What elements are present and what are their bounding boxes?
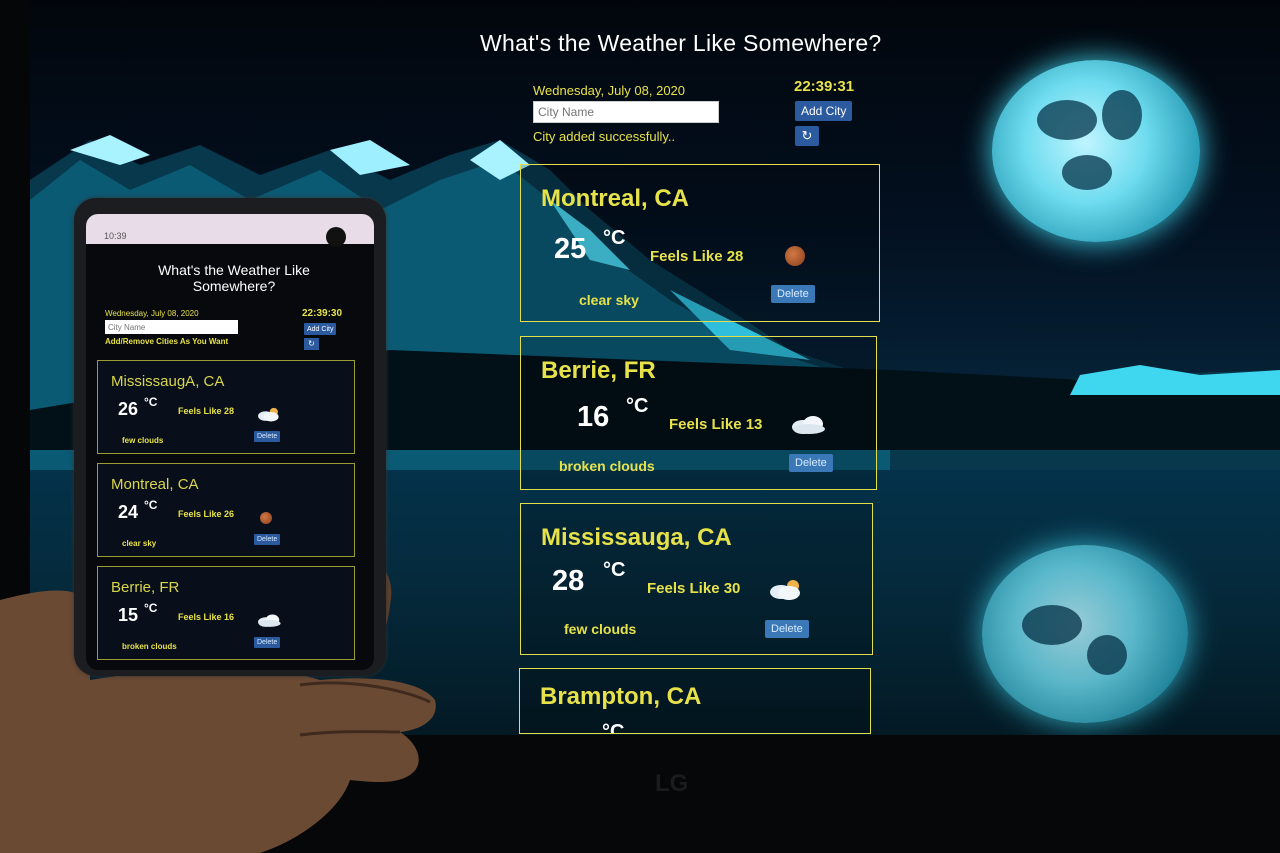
- moon-icon: [785, 246, 805, 266]
- city-name: MississaugA, CA: [111, 373, 225, 390]
- temperature: 15: [118, 605, 139, 625]
- page-title: What's the Weather Like Somewhere?: [480, 30, 882, 56]
- phone-current-date: Wednesday, July 08, 2020: [105, 309, 199, 318]
- temperature-unit: °C: [603, 559, 626, 581]
- temperature-unit: °C: [602, 721, 625, 734]
- phone-screen: 10:39 What's the Weather Like Somewhere?…: [86, 214, 374, 670]
- refresh-button[interactable]: ↻: [795, 126, 819, 146]
- weather-card: Montreal, CA 25 °C Feels Like 28 clear s…: [520, 164, 880, 322]
- status-message: City added successfully..: [533, 129, 676, 144]
- phone-status-bar: 10:39: [86, 214, 374, 247]
- feels-like: Feels Like 13: [669, 416, 763, 433]
- delete-button[interactable]: Delete: [254, 431, 281, 442]
- temperature-unit: °C: [626, 395, 649, 417]
- weather-description: clear sky: [122, 539, 157, 548]
- feels-like: Feels Like 28: [650, 248, 744, 265]
- weather-description: few clouds: [122, 436, 164, 445]
- phone-weather-card: MississaugA, CA 26 °C Feels Like 28 few …: [97, 360, 355, 454]
- phone-weather-card: Berrie, FR 15 °C Feels Like 16 broken cl…: [97, 566, 355, 660]
- delete-button[interactable]: Delete: [254, 637, 281, 648]
- refresh-icon: ↻: [801, 128, 813, 143]
- temperature: 26: [118, 399, 139, 419]
- city-name: Berrie, FR: [541, 357, 656, 384]
- weather-description: broken clouds: [122, 642, 177, 651]
- city-name-input[interactable]: [533, 101, 719, 123]
- add-city-button[interactable]: Add City: [795, 101, 853, 121]
- phone-add-city-button[interactable]: Add City: [304, 323, 337, 335]
- weather-card: Mississauga, CA 28 °C Feels Like 30 few …: [520, 503, 873, 655]
- phone-city-name-input[interactable]: [105, 320, 238, 334]
- current-date: Wednesday, July 08, 2020: [533, 83, 686, 98]
- moon-image: [992, 60, 1200, 242]
- city-name: Brampton, CA: [540, 683, 702, 710]
- phone-status-time: 10:39: [104, 231, 127, 241]
- cloud-icon: [792, 416, 825, 434]
- temperature: 25: [554, 233, 587, 265]
- moon-icon: [260, 512, 272, 524]
- city-name: Berrie, FR: [111, 579, 180, 596]
- city-name: Montreal, CA: [541, 185, 690, 212]
- delete-button[interactable]: Delete: [765, 620, 809, 638]
- temperature-unit: °C: [603, 227, 626, 249]
- cloud-icon: [770, 580, 800, 600]
- city-name: Montreal, CA: [111, 476, 199, 493]
- cloud-icon: [258, 614, 281, 627]
- temperature: 24: [118, 502, 139, 522]
- weather-card: Brampton, CA °C: [519, 668, 871, 734]
- moon-reflection: [982, 545, 1188, 723]
- weather-card: Berrie, FR 16 °C Feels Like 13 broken cl…: [520, 336, 877, 490]
- feels-like: Feels Like 28: [178, 406, 235, 416]
- cloud-icon: [258, 407, 279, 422]
- feels-like: Feels Like 30: [647, 580, 741, 597]
- weather-description: few clouds: [564, 621, 637, 637]
- front-camera: [326, 227, 346, 247]
- delete-button[interactable]: Delete: [254, 534, 281, 545]
- phone-current-time: 22:39:30: [302, 308, 343, 319]
- phone-weather-card: Montreal, CA 24 °C Feels Like 26 clear s…: [97, 463, 355, 557]
- feels-like: Feels Like 16: [178, 612, 235, 622]
- temperature-unit: °C: [144, 498, 158, 512]
- delete-button[interactable]: Delete: [789, 454, 833, 472]
- weather-description: clear sky: [579, 292, 639, 308]
- temperature: 16: [577, 401, 610, 433]
- weather-description: broken clouds: [559, 458, 655, 474]
- refresh-icon: ↻: [308, 339, 315, 348]
- phone-page-title: What's the Weather Like Somewhere?: [158, 262, 310, 294]
- city-name: Mississauga, CA: [541, 524, 732, 551]
- feels-like: Feels Like 26: [178, 509, 235, 519]
- current-time: 22:39:31: [794, 78, 855, 95]
- temperature-unit: °C: [144, 395, 158, 409]
- temperature-unit: °C: [144, 601, 158, 615]
- delete-button[interactable]: Delete: [771, 285, 815, 303]
- phone-status-message: Add/Remove Cities As You Want: [105, 337, 229, 346]
- temperature: 28: [552, 565, 585, 597]
- monitor-brand-logo: LG: [655, 770, 689, 797]
- phone-refresh-button[interactable]: ↻: [304, 338, 319, 350]
